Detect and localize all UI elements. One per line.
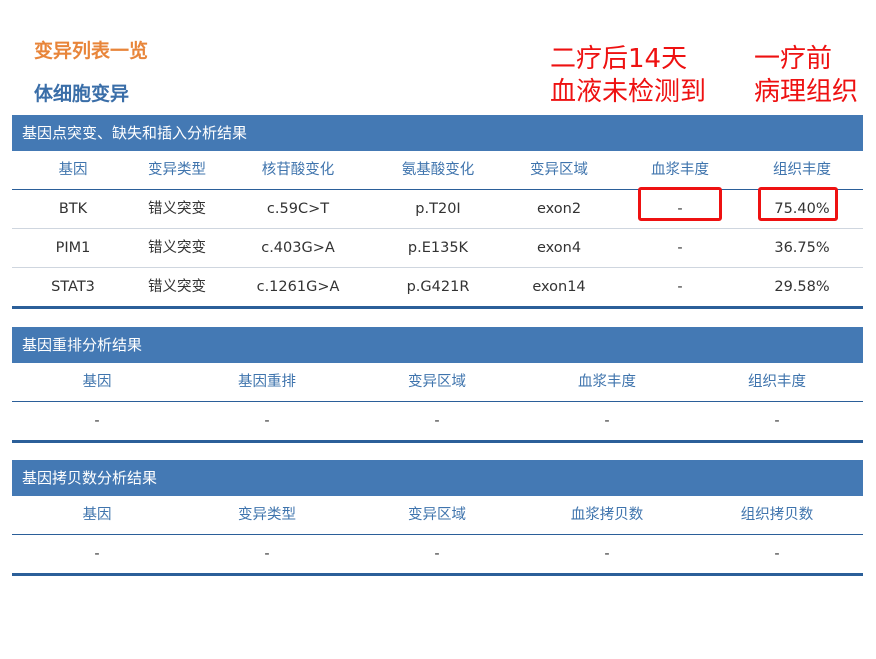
tissue-abundance-cell: 75.40% [774,201,830,217]
table-cell: - [774,546,780,562]
nucleotide-cell: c.403G>A [261,240,335,256]
annotation-line: 一疗前 [754,44,833,74]
column-header: 组织拷贝数 [740,507,814,523]
column-header: 变异类型 [148,162,206,178]
table-cell: - [264,413,270,429]
cnv-table-header: 基因拷贝数分析结果 [12,460,863,496]
section-subtitle: 体细胞变异 [34,83,130,105]
plasma-abundance-cell: - [677,240,683,256]
column-header: 氨基酸变化 [401,162,475,178]
region-cell: exon14 [532,279,586,295]
gene-cell: BTK [58,201,88,217]
table-cell: - [604,413,610,429]
amino-acid-cell: p.G421R [406,279,470,295]
nucleotide-cell: c.59C>T [266,201,330,217]
annotation-line: 病理组织 [754,77,859,107]
variant-type-cell: 错义突变 [148,201,206,217]
fusion-table: 基因重排分析结果 基因 基因重排 变异区域 血浆丰度 组织丰度 - - - - … [12,327,863,443]
region-cell: exon2 [536,201,582,217]
nucleotide-cell: c.1261G>A [256,279,340,295]
tissue-abundance-cell: 29.58% [774,279,830,295]
table-header-row: 基因 基因重排 变异区域 血浆丰度 组织丰度 [12,363,863,402]
gene-cell: PIM1 [55,240,91,256]
column-header: 变异类型 [238,507,296,523]
table-cell: - [434,546,440,562]
annotation-line: 血液未检测到 [550,77,707,107]
table-row: - - - - - [12,402,863,443]
plasma-abundance-cell: - [677,279,683,295]
table-cell: - [264,546,270,562]
annotation-tissue-note: 一疗前 病理组织 [754,43,858,109]
column-header: 基因 [82,374,112,390]
table-cell: - [774,413,780,429]
column-header: 血浆拷贝数 [570,507,644,523]
amino-acid-cell: p.T20I [415,201,461,217]
snv-table: 基因点突变、缺失和插入分析结果 基因 变异类型 核苷酸变化 氨基酸变化 变异区域… [12,115,863,309]
page-title: 变异列表一览 [34,40,149,62]
variant-type-cell: 错义突变 [148,240,206,256]
table-cell: - [604,546,610,562]
table-row: BTK 错义突变 c.59C>T p.T20I exon2 - 75.40% [12,190,863,229]
column-header: 变异区域 [408,507,466,523]
plasma-abundance-cell: - [677,201,683,217]
table-cell: - [94,546,100,562]
snv-table-header: 基因点突变、缺失和插入分析结果 [12,115,863,151]
cnv-table: 基因拷贝数分析结果 基因 变异类型 变异区域 血浆拷贝数 组织拷贝数 - - -… [12,460,863,576]
column-header: 变异区域 [530,162,588,178]
variant-type-cell: 错义突变 [148,279,206,295]
column-header: 血浆丰度 [651,162,709,178]
column-header: 组织丰度 [773,162,831,178]
annotation-plasma-note: 二疗后14天 血液未检测到 [550,43,706,109]
column-header: 基因重排 [238,374,296,390]
table-cell: - [434,413,440,429]
column-header: 基因 [58,162,88,178]
table-header-row: 基因 变异类型 核苷酸变化 氨基酸变化 变异区域 血浆丰度 组织丰度 [12,151,863,221]
gene-cell: STAT3 [51,279,95,295]
fusion-table-header: 基因重排分析结果 [12,327,863,363]
amino-acid-cell: p.E135K [407,240,469,256]
column-header: 血浆丰度 [578,374,636,390]
column-header: 变异区域 [408,374,466,390]
annotation-line: 二疗后14天 [550,44,688,74]
region-cell: exon4 [536,240,582,256]
table-row: STAT3 错义突变 c.1261G>A p.G421R exon14 - 29… [12,268,863,309]
column-header: 组织丰度 [748,374,806,390]
column-header: 基因 [82,507,112,523]
column-header: 核苷酸变化 [261,162,335,178]
table-header-row: 基因 变异类型 变异区域 血浆拷贝数 组织拷贝数 [12,496,863,535]
table-row: PIM1 错义突变 c.403G>A p.E135K exon4 - 36.75… [12,229,863,268]
table-cell: - [94,413,100,429]
tissue-abundance-cell: 36.75% [774,240,830,256]
table-row: - - - - - [12,535,863,576]
